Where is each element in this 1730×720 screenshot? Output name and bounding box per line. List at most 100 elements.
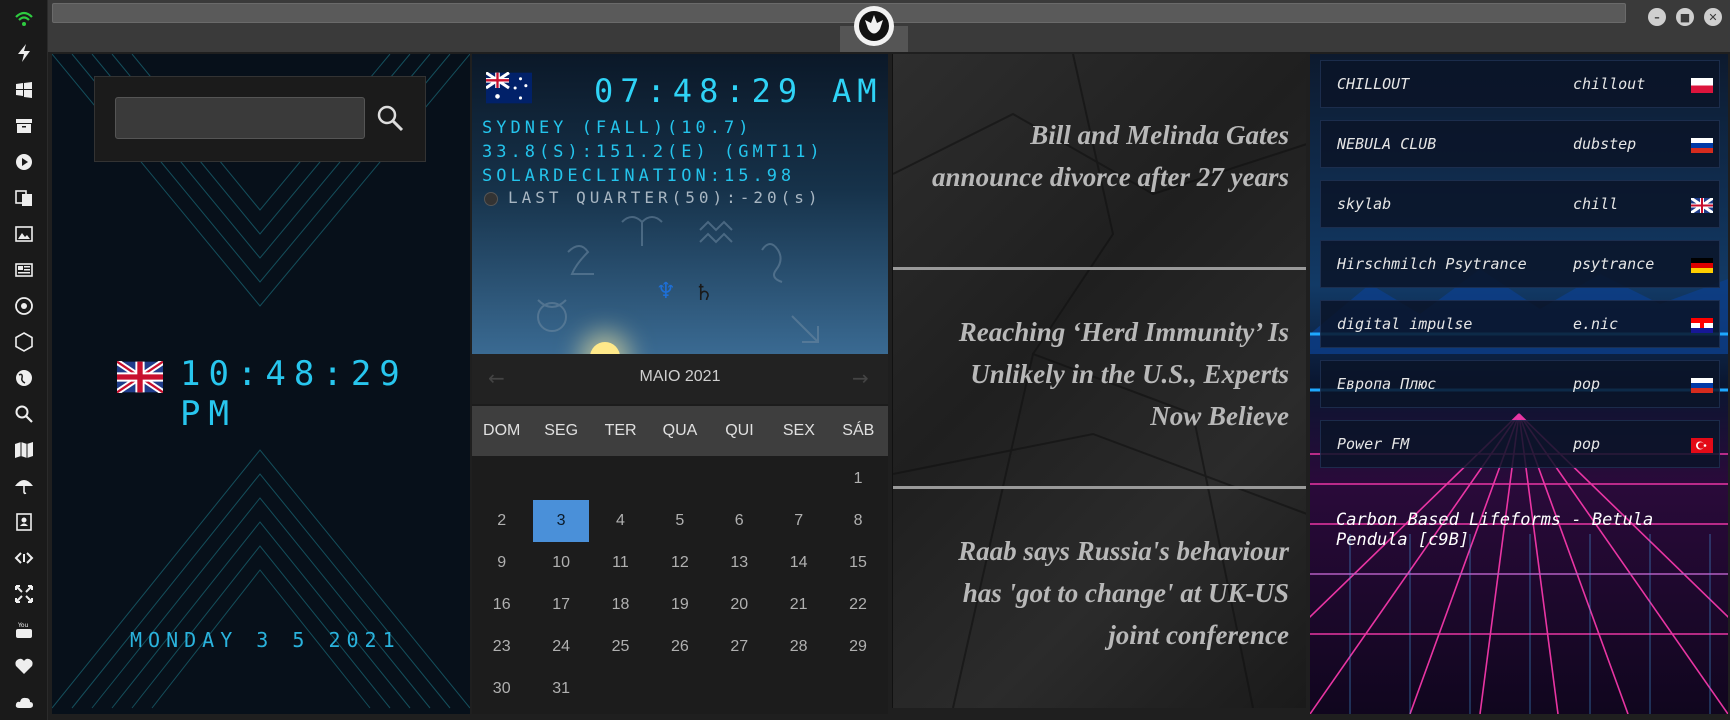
calendar-day-selected[interactable]: 3: [533, 500, 589, 542]
turkey-flag-icon: [1691, 438, 1713, 453]
astro-time: 07:48:29: [594, 72, 805, 110]
radio-station-row[interactable]: Hirschmilch Psytrance psytrance: [1320, 240, 1720, 288]
radio-panel: CHILLOUT chillout NEBULA CLUB dubstep skylab…: [1310, 54, 1728, 714]
calendar-day[interactable]: 25: [591, 626, 650, 668]
calendar-days-grid: 1 2 3 4 5 6 7 8 9 10 11 12 13 14 15 16 17 18 19 20 21 22 23 24 2…: [472, 458, 888, 710]
calendar-day[interactable]: 2: [472, 500, 531, 542]
close-button[interactable]: ✕: [1704, 8, 1722, 26]
aperture-icon[interactable]: [12, 295, 36, 317]
calendar-next-button[interactable]: →: [852, 366, 869, 390]
news-item[interactable]: Raab says Russia's behaviour has 'got to…: [893, 530, 1306, 656]
radio-station-row[interactable]: skylab chill: [1320, 180, 1720, 228]
radio-station-genre: pop: [1573, 435, 1601, 453]
germany-flag-icon: [1691, 258, 1713, 273]
uk-flag-icon: [1691, 198, 1713, 213]
calendar-day[interactable]: 5: [650, 500, 709, 542]
radio-station-row[interactable]: CHILLOUT chillout: [1320, 60, 1720, 108]
radio-station-genre: dubstep: [1573, 135, 1637, 153]
contacts-icon[interactable]: [12, 511, 36, 533]
youtube-icon[interactable]: You: [12, 619, 36, 641]
uk-flag-icon: [117, 361, 163, 393]
calendar-day[interactable]: 18: [591, 584, 650, 626]
calendar-day[interactable]: 17: [531, 584, 590, 626]
calendar-day[interactable]: 13: [710, 542, 769, 584]
calendar-month-title: MAIO 2021: [639, 368, 721, 385]
calendar-day[interactable]: 6: [710, 500, 769, 542]
flash-icon[interactable]: [12, 42, 36, 64]
calendar-day[interactable]: 8: [828, 500, 887, 542]
calendar-day[interactable]: 7: [769, 500, 828, 542]
news-item[interactable]: Bill and Melinda Gates announce divorce …: [893, 114, 1306, 198]
play-icon[interactable]: [12, 151, 36, 173]
app-sidebar: You: [0, 0, 48, 720]
fullscreen-icon[interactable]: [12, 583, 36, 605]
radio-station-row[interactable]: NEBULA CLUB dubstep: [1320, 120, 1720, 168]
radio-station-name: Power FM: [1337, 435, 1410, 453]
radio-station-row[interactable]: Европа Плюс pop: [1320, 360, 1720, 408]
news-item[interactable]: Reaching ‘Herd Immunity’ Is Unlikely in …: [893, 311, 1306, 437]
calendar-day[interactable]: 23: [472, 626, 531, 668]
radio-station-genre: pop: [1573, 375, 1601, 393]
wifi-icon[interactable]: [12, 8, 36, 30]
code-icon[interactable]: [12, 547, 36, 569]
calendar: ← MAIO 2021 → DOM SEG TER QUA QUI SEX SÁB 1234…: [472, 354, 888, 714]
calendar-day[interactable]: 16: [472, 584, 531, 626]
calendar-day[interactable]: 20: [710, 584, 769, 626]
rebel-logo-icon[interactable]: [854, 6, 894, 46]
croatia-flag-icon: [1691, 318, 1713, 333]
map-icon[interactable]: [12, 439, 36, 461]
calendar-day[interactable]: 31: [531, 668, 590, 710]
local-time: 10:48:29 PM: [180, 354, 408, 434]
calendar-header: ← MAIO 2021 →: [472, 354, 888, 404]
calendar-day[interactable]: 10: [531, 542, 590, 584]
radio-station-genre: chillout: [1573, 75, 1646, 93]
umbrella-icon[interactable]: [12, 475, 36, 497]
calendar-day[interactable]: 4: [591, 500, 650, 542]
calendar-day[interactable]: 9: [472, 542, 531, 584]
radio-station-genre: psytrance: [1573, 255, 1655, 273]
search-input[interactable]: [115, 97, 365, 139]
calendar-day[interactable]: 11: [591, 542, 650, 584]
news-item-line: Unlikely in the U.S., Experts: [970, 359, 1289, 389]
poland-flag-icon: [1691, 78, 1713, 93]
calendar-day[interactable]: 24: [531, 626, 590, 668]
windows-icon[interactable]: [12, 79, 36, 101]
svg-text:♆: ♆: [656, 279, 676, 304]
hexagon-icon[interactable]: [12, 331, 36, 353]
search-button[interactable]: [373, 101, 407, 135]
news-item-line: has 'got to change' at UK-US: [962, 578, 1289, 608]
calendar-empty-cell: [531, 458, 590, 500]
calendar-day[interactable]: 15: [828, 542, 887, 584]
calendar-day[interactable]: 14: [769, 542, 828, 584]
calendar-empty-cell: [591, 458, 650, 500]
translate-icon[interactable]: [12, 187, 36, 209]
calendar-day[interactable]: 30: [472, 668, 531, 710]
calendar-day[interactable]: 12: [650, 542, 709, 584]
radio-station-name: NEBULA CLUB: [1337, 135, 1437, 153]
astro-ampm: AM: [832, 72, 883, 110]
maximize-button[interactable]: ■: [1676, 8, 1694, 26]
title-bar-field[interactable]: [52, 3, 1626, 23]
minimize-button[interactable]: –: [1648, 8, 1666, 26]
globe-icon[interactable]: [12, 367, 36, 389]
radio-station-row[interactable]: Power FM pop: [1320, 420, 1720, 468]
calendar-day[interactable]: 19: [650, 584, 709, 626]
radio-station-row[interactable]: digital impulse e.nic: [1320, 300, 1720, 348]
archive-icon[interactable]: [12, 115, 36, 137]
calendar-day[interactable]: 21: [769, 584, 828, 626]
news-item-line: Reaching ‘Herd Immunity’ Is: [958, 317, 1289, 347]
search-icon[interactable]: [12, 403, 36, 425]
calendar-day[interactable]: 26: [650, 626, 709, 668]
calendar-day[interactable]: 28: [769, 626, 828, 668]
news-item-line: Raab says Russia's behaviour: [958, 536, 1289, 566]
news-icon[interactable]: [12, 259, 36, 281]
calendar-day[interactable]: 27: [710, 626, 769, 668]
calendar-day[interactable]: 1: [828, 458, 887, 500]
cloud-icon[interactable]: [12, 691, 36, 713]
heart-icon[interactable]: [12, 655, 36, 677]
calendar-day[interactable]: 29: [828, 626, 887, 668]
calendar-day[interactable]: 22: [828, 584, 887, 626]
svg-text:You: You: [17, 622, 29, 629]
image-icon[interactable]: [12, 223, 36, 245]
radio-station-name: CHILLOUT: [1337, 75, 1410, 93]
